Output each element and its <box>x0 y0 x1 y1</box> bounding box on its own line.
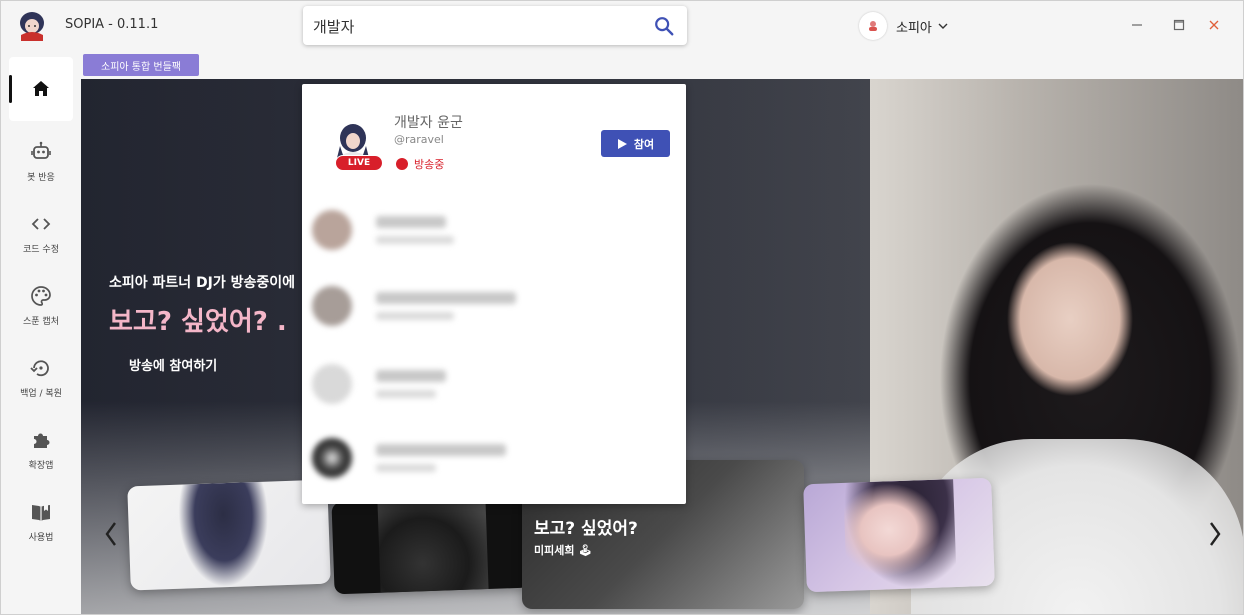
result-name-blurred <box>376 444 506 456</box>
home-icon <box>33 81 49 96</box>
result-name-blurred <box>376 216 446 228</box>
chevron-down-icon[interactable] <box>938 21 948 31</box>
result-avatar-blurred <box>312 364 352 404</box>
carousel-card-thumbnail <box>177 481 271 589</box>
result-name: 개발자 윤군 <box>394 115 463 131</box>
result-tag-blurred <box>376 464 436 472</box>
search-results-dropdown: LIVE 개발자 윤군 @raravel 방송중 참여 <box>302 84 686 504</box>
avatar-mascot-icon <box>869 21 877 31</box>
sidebar-item-home[interactable] <box>9 57 73 121</box>
search-input[interactable] <box>313 14 643 38</box>
sidebar-item-label: 확장앱 <box>28 460 54 471</box>
sidebar-item-label: 코드 수정 <box>23 244 59 255</box>
puzzle-icon <box>34 432 50 448</box>
carousel-card[interactable] <box>331 495 531 595</box>
sidebar: 봇 반응 코드 수정 스푼 캡처 백업 / 복원 확장앱 사용법 <box>1 51 81 614</box>
bundle-pack-badge[interactable]: 소피아 통합 번들팩 <box>83 54 199 76</box>
result-tag-blurred <box>376 312 454 320</box>
chevron-right-icon[interactable] <box>1207 519 1223 549</box>
search-result-item-blurred[interactable] <box>302 202 686 258</box>
featured-card-title: 보고? 싶었어? <box>534 519 638 539</box>
play-icon <box>617 138 627 149</box>
onair-dot-icon <box>396 158 408 170</box>
join-live-label: 참여 <box>633 137 655 151</box>
hero-subtitle: 소피아 파트너 DJ가 방송중이에 <box>109 275 296 291</box>
search-result-item-blurred[interactable] <box>302 278 686 334</box>
search-result-item[interactable]: LIVE 개발자 윤군 @raravel 방송중 참여 <box>302 84 686 194</box>
sidebar-item-guide[interactable]: 사용법 <box>9 489 73 553</box>
palette-icon <box>31 285 51 306</box>
code-icon <box>31 217 51 230</box>
restore-icon <box>30 359 49 376</box>
search-icon[interactable] <box>653 15 675 37</box>
robot-icon <box>31 141 51 159</box>
sidebar-item-capture[interactable]: 스푼 캡처 <box>9 273 73 337</box>
result-tag-blurred <box>376 236 454 244</box>
carousel-card[interactable] <box>127 479 331 591</box>
carousel-card[interactable] <box>803 477 995 593</box>
onair-status: 방송중 <box>396 156 444 172</box>
sidebar-item-label: 사용법 <box>28 532 54 543</box>
search-result-item-blurred[interactable] <box>302 430 686 486</box>
sidebar-item-backup[interactable]: 백업 / 복원 <box>9 345 73 409</box>
carousel-card-thumbnail <box>843 479 957 591</box>
result-avatar-blurred <box>312 438 352 478</box>
live-badge: LIVE <box>335 155 383 171</box>
carousel-card-thumbnail <box>377 497 489 593</box>
result-avatar-blurred <box>312 210 352 250</box>
sidebar-item-label: 백업 / 복원 <box>20 388 62 399</box>
result-name-blurred <box>376 292 516 304</box>
result-avatar-blurred <box>312 286 352 326</box>
search-box[interactable] <box>303 6 687 45</box>
sidebar-item-label: 스푼 캡처 <box>23 316 59 327</box>
result-name-blurred <box>376 370 446 382</box>
sidebar-item-code[interactable]: 코드 수정 <box>9 201 73 265</box>
sidebar-item-label: 봇 반응 <box>27 172 55 183</box>
maximize-icon[interactable] <box>1171 17 1187 33</box>
hero-join-button[interactable]: 방송에 참여하기 <box>129 355 217 374</box>
result-tag: @raravel <box>394 133 444 146</box>
app-logo-icon <box>20 12 44 41</box>
hero-title: 보고? 싶었어? . <box>109 307 287 337</box>
account-menu[interactable]: 소피아 <box>859 11 948 41</box>
account-name[interactable]: 소피아 <box>896 17 932 36</box>
app-window: SOPIA - 0.11.1 소피아 <box>0 0 1244 615</box>
result-tag-blurred <box>376 390 436 398</box>
onair-label: 방송중 <box>414 158 445 171</box>
featured-card-subtitle: 미피세희 🕹 <box>534 544 593 557</box>
sidebar-item-extensions[interactable]: 확장앱 <box>9 417 73 481</box>
chevron-left-icon[interactable] <box>103 519 119 549</box>
join-live-button[interactable]: 참여 <box>601 130 670 157</box>
book-icon <box>32 504 50 521</box>
close-icon[interactable] <box>1206 17 1222 33</box>
minimize-icon[interactable] <box>1129 17 1145 33</box>
account-avatar[interactable] <box>859 12 887 40</box>
title-bar: SOPIA - 0.11.1 소피아 <box>1 1 1243 51</box>
sidebar-item-bot[interactable]: 봇 반응 <box>9 129 73 193</box>
app-title: SOPIA - 0.11.1 <box>65 17 159 32</box>
search-result-item-blurred[interactable] <box>302 356 686 412</box>
